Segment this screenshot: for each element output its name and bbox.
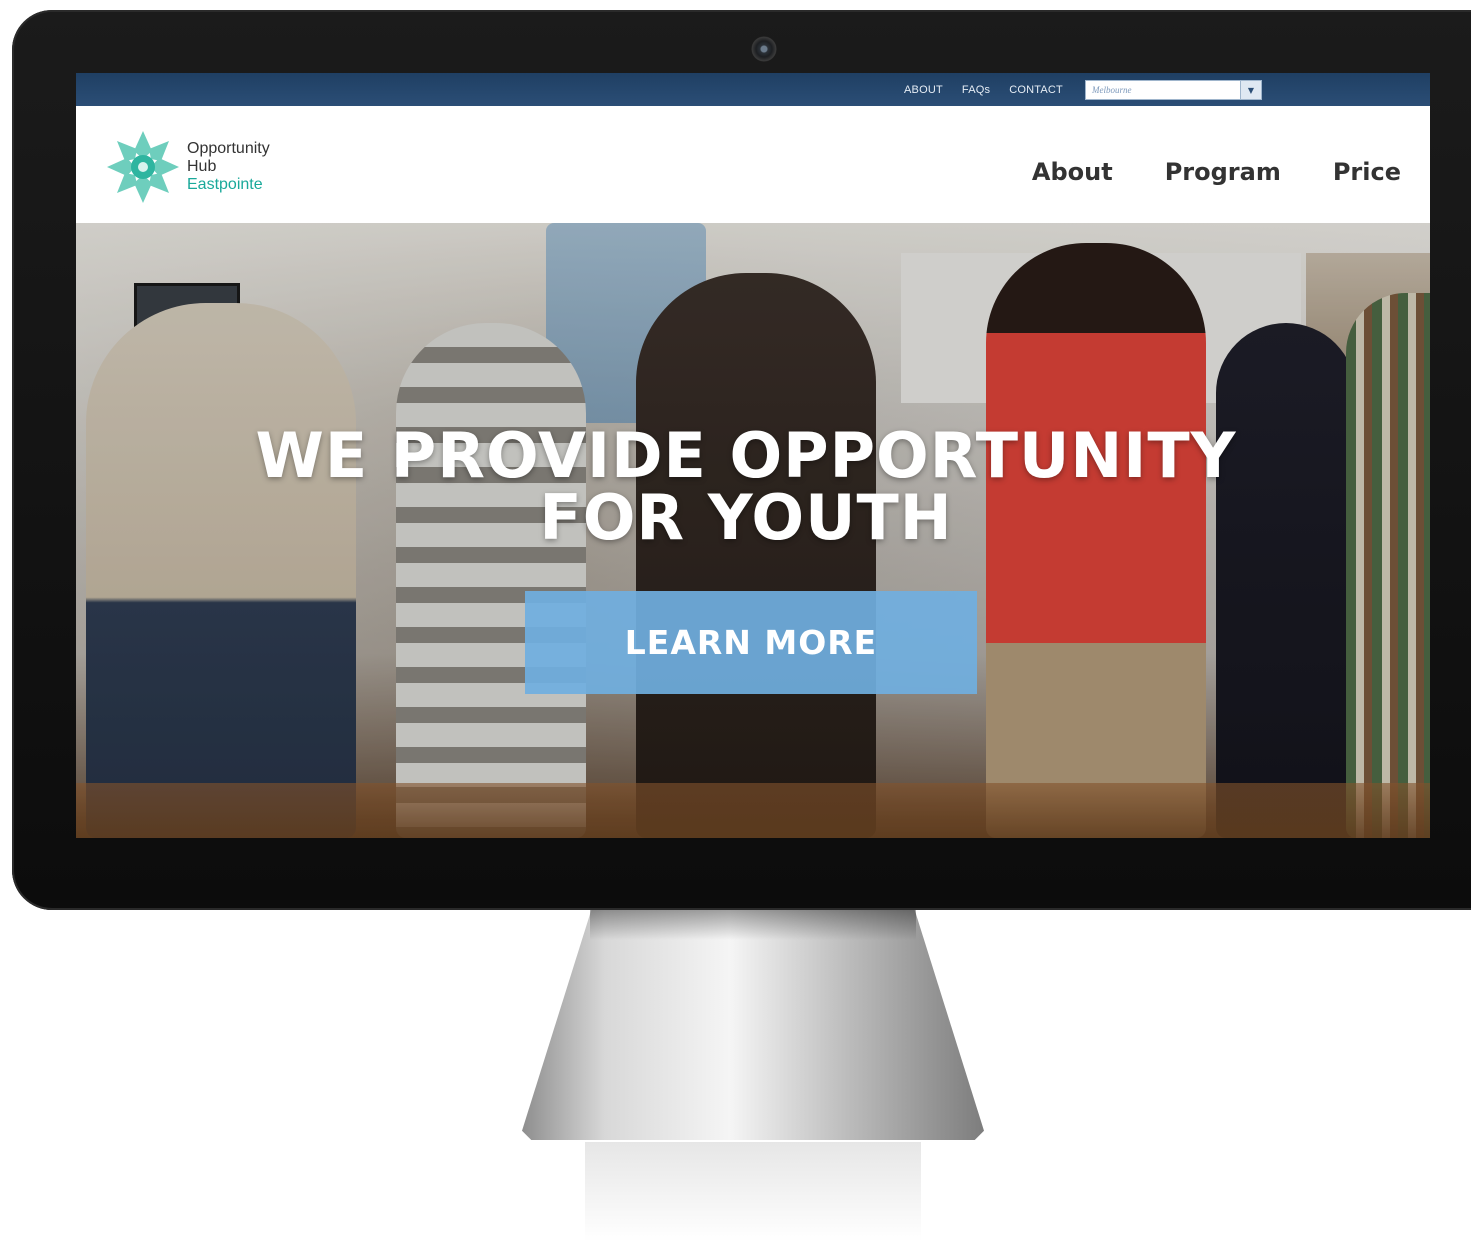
hero-banner: WE PROVIDE OPPORTUNITY FOR YOUTH LEARN M… [76, 223, 1430, 838]
nav-item-price[interactable]: Price [1333, 158, 1401, 186]
nav-item-program[interactable]: Program [1165, 158, 1281, 186]
star-flower-icon [107, 131, 179, 203]
logo-line-2: Hub [187, 158, 217, 175]
utility-links: ABOUT FAQs CONTACT [904, 73, 1063, 106]
chevron-down-icon[interactable]: ▼ [1240, 81, 1261, 99]
logo-line-1: Opportunity [187, 140, 270, 157]
stand-reflection [585, 1142, 921, 1242]
utility-link-contact[interactable]: CONTACT [1009, 84, 1063, 96]
main-nav: About Program Price [1032, 158, 1401, 186]
location-select[interactable]: Melbourne ▼ [1085, 80, 1262, 100]
hero-headline-line-2: FOR YOUTH [539, 481, 953, 554]
stand-shadow [590, 910, 916, 940]
utility-link-about[interactable]: ABOUT [904, 84, 943, 96]
utility-link-faqs[interactable]: FAQs [962, 84, 990, 96]
site-header: Opportunity Hub Eastpointe About Program… [76, 106, 1430, 223]
hero-headline: WE PROVIDE OPPORTUNITY FOR YOUTH [76, 425, 1416, 549]
learn-more-button[interactable]: LEARN MORE [525, 591, 977, 694]
website-screen: ABOUT FAQs CONTACT Melbourne ▼ Opportuni… [76, 73, 1430, 838]
nav-item-about[interactable]: About [1032, 158, 1113, 186]
logo-line-3: Eastpointe [187, 176, 263, 193]
site-logo[interactable]: Opportunity Hub Eastpointe [105, 129, 270, 205]
hero-headline-line-1: WE PROVIDE OPPORTUNITY [255, 419, 1237, 492]
location-select-value: Melbourne [1092, 85, 1132, 95]
monitor-stand [522, 910, 984, 1140]
webcam-icon [751, 36, 777, 62]
top-utility-bar: ABOUT FAQs CONTACT Melbourne ▼ [76, 73, 1430, 106]
logo-text: Opportunity Hub Eastpointe [187, 140, 270, 194]
